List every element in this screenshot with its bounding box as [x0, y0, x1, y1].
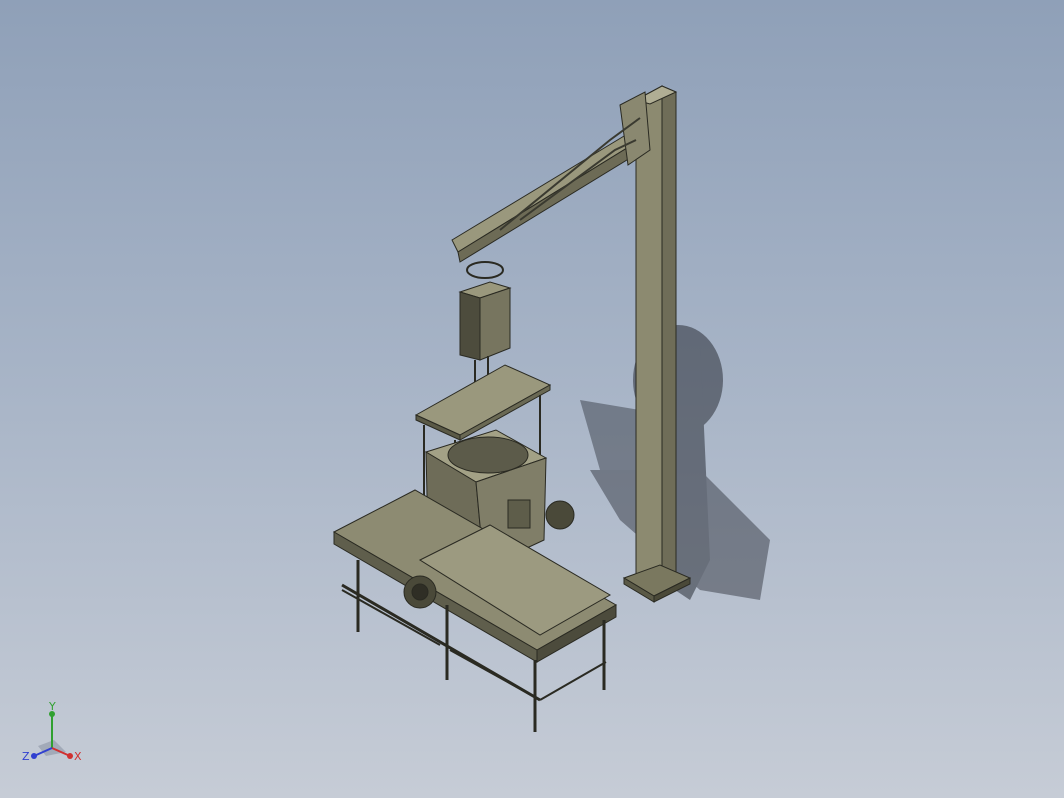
cad-viewport[interactable]: Y X Z [0, 0, 1064, 798]
y-axis-label: Y [48, 700, 56, 713]
conveyor-table [332, 489, 618, 732]
triad-graphic: Y X Z [22, 700, 82, 763]
jib-arm [451, 91, 651, 263]
z-axis-tip [31, 753, 37, 759]
z-axis-label: Z [22, 750, 30, 763]
coordinate-triad: Y X Z [18, 700, 90, 772]
cad-model-render[interactable] [0, 0, 1064, 798]
x-axis-tip [67, 753, 73, 759]
x-axis-label: X [74, 750, 82, 763]
